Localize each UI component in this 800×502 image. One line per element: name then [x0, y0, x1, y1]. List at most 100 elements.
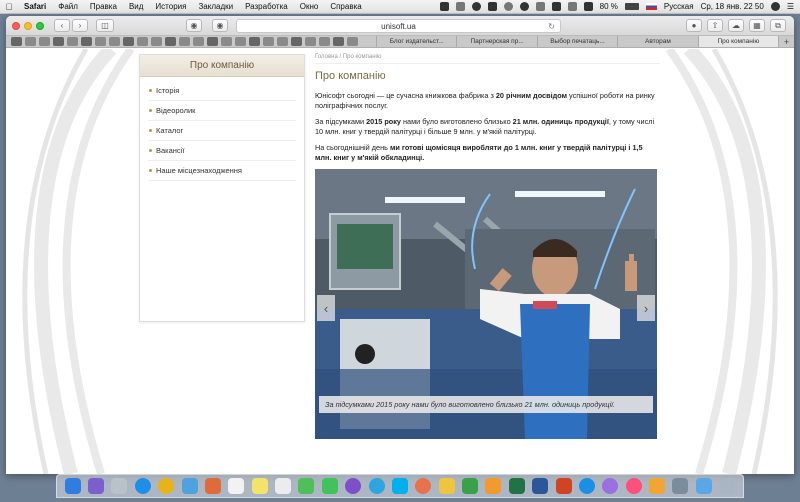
pinned-tab-icon[interactable] — [137, 37, 148, 46]
sidebar-item-location[interactable]: Наше місцезнаходження — [148, 161, 296, 181]
pinned-tab-icon[interactable] — [319, 37, 330, 46]
pinned-tab-icon[interactable] — [249, 37, 260, 46]
siri-icon[interactable] — [88, 478, 105, 494]
status-app-icon[interactable] — [503, 2, 513, 11]
pinned-tab-icon[interactable] — [109, 37, 120, 46]
excel-icon[interactable] — [508, 478, 525, 494]
pinned-tab-icon[interactable] — [25, 37, 36, 46]
tab-choice[interactable]: Выбор печатаць... — [536, 36, 617, 47]
powerpoint-icon[interactable] — [555, 478, 572, 494]
menu-edit[interactable]: Правка — [84, 2, 123, 11]
back-button[interactable]: ‹ — [54, 19, 70, 32]
pinned-tab-icon[interactable] — [95, 37, 106, 46]
status-app-icon[interactable] — [519, 2, 529, 11]
pinned-tab-icon[interactable] — [67, 37, 78, 46]
zoom-window-button[interactable] — [36, 21, 44, 30]
wifi-icon[interactable] — [567, 2, 577, 11]
tab-blog[interactable]: Блог издательст... — [376, 36, 456, 47]
reload-icon[interactable]: ↻ — [548, 22, 555, 31]
pinned-tab-icon[interactable] — [291, 37, 302, 46]
viber-icon[interactable] — [345, 478, 362, 494]
clock-icon[interactable] — [535, 2, 545, 11]
siri-icon[interactable] — [770, 2, 780, 11]
pinned-tab-icon[interactable] — [165, 37, 176, 46]
menu-help[interactable]: Справка — [324, 2, 367, 11]
notes-icon[interactable] — [251, 478, 268, 494]
close-window-button[interactable] — [12, 21, 20, 30]
status-app-icon[interactable] — [455, 2, 465, 11]
apple-icon[interactable]:  — [0, 2, 18, 12]
tab-authors[interactable]: Авторам — [617, 36, 697, 47]
reminders-icon[interactable] — [275, 478, 292, 494]
sidebar-toggle-icon[interactable]: ◫ — [96, 19, 114, 32]
battery-percent[interactable]: 80 % — [600, 2, 618, 11]
pinned-tab-icon[interactable] — [151, 37, 162, 46]
minimize-window-button[interactable] — [24, 21, 32, 30]
menu-view[interactable]: Вид — [123, 2, 149, 11]
sidebar-item-video[interactable]: Відеоролик — [148, 101, 296, 121]
sidebar-item-vacancies[interactable]: Вакансії — [148, 141, 296, 161]
pinned-tab-icon[interactable] — [277, 37, 288, 46]
safari-icon[interactable] — [134, 478, 151, 494]
pinned-tab-icon[interactable] — [207, 37, 218, 46]
launchpad-icon[interactable] — [111, 478, 128, 494]
word-icon[interactable] — [532, 478, 549, 494]
pinned-tab-icon[interactable] — [263, 37, 274, 46]
slider-prev-button[interactable]: ‹ — [317, 295, 335, 321]
menu-file[interactable]: Файл — [52, 2, 84, 11]
status-app-icon[interactable] — [439, 2, 449, 11]
pinned-tab-icon[interactable] — [39, 37, 50, 46]
sidebar-item-history[interactable]: Історія — [148, 81, 296, 101]
pinned-tab-icon[interactable] — [193, 37, 204, 46]
calendar-icon[interactable] — [228, 478, 245, 494]
menubar-clock[interactable]: Ср, 18 янв. 22 50 — [701, 2, 764, 11]
maps-icon[interactable] — [298, 478, 315, 494]
photo-slider[interactable]: ‹ › За підсумками 2015 року нами було ви… — [315, 169, 657, 439]
menu-bookmarks[interactable]: Закладки — [192, 2, 239, 11]
extension-icon[interactable]: ◉ — [186, 19, 202, 32]
menu-develop[interactable]: Разработка — [239, 2, 294, 11]
numbers-icon[interactable] — [462, 478, 479, 494]
status-app-icon[interactable] — [487, 2, 497, 11]
itunes-icon[interactable] — [625, 478, 642, 494]
grid-icon[interactable]: ▦ — [749, 19, 765, 32]
share-icon[interactable]: ⇧ — [707, 19, 723, 32]
chrome-icon[interactable] — [158, 478, 175, 494]
trash-icon[interactable] — [719, 478, 736, 494]
bluetooth-icon[interactable] — [551, 2, 561, 11]
pinned-tab-icon[interactable] — [53, 37, 64, 46]
tabs-overview-icon[interactable]: ⧉ — [770, 19, 786, 32]
tab-partner[interactable]: Партнерская пр... — [456, 36, 536, 47]
app-store-icon[interactable] — [578, 478, 595, 494]
input-language[interactable]: Русская — [664, 2, 694, 11]
volume-icon[interactable] — [583, 2, 593, 11]
pinned-tab-icon[interactable] — [235, 37, 246, 46]
app-icon[interactable] — [602, 478, 619, 494]
messages-icon[interactable] — [321, 478, 338, 494]
pinned-tab-icon[interactable] — [305, 37, 316, 46]
pinned-tab-icon[interactable] — [81, 37, 92, 46]
pinned-tab-icon[interactable] — [221, 37, 232, 46]
pinned-tab-icon[interactable] — [333, 37, 344, 46]
telegram-icon[interactable] — [368, 478, 385, 494]
slider-next-button[interactable]: › — [637, 295, 655, 321]
app-icon[interactable] — [438, 478, 455, 494]
downloads-icon[interactable]: ● — [686, 19, 702, 32]
system-preferences-icon[interactable] — [672, 478, 689, 494]
cloud-icon[interactable]: ☁ — [728, 19, 744, 32]
new-tab-button[interactable]: + — [778, 36, 794, 47]
pinned-tab-icon[interactable] — [347, 37, 358, 46]
downloads-folder-icon[interactable] — [695, 478, 712, 494]
skype-icon[interactable] — [391, 478, 408, 494]
app-icon[interactable] — [649, 478, 666, 494]
sidebar-item-catalog[interactable]: Каталог — [148, 121, 296, 141]
pinned-tab-icon[interactable] — [179, 37, 190, 46]
tab-about-company[interactable]: Про компанію — [697, 36, 779, 47]
photos-icon[interactable] — [415, 478, 432, 494]
battery-icon[interactable] — [624, 3, 639, 10]
mail-icon[interactable] — [181, 478, 198, 494]
breadcrumb[interactable]: Головна / Про компанію — [315, 54, 660, 64]
extension-icon[interactable]: ◉ — [212, 19, 228, 32]
app-icon[interactable] — [204, 478, 221, 494]
menu-window[interactable]: Окно — [294, 2, 325, 11]
